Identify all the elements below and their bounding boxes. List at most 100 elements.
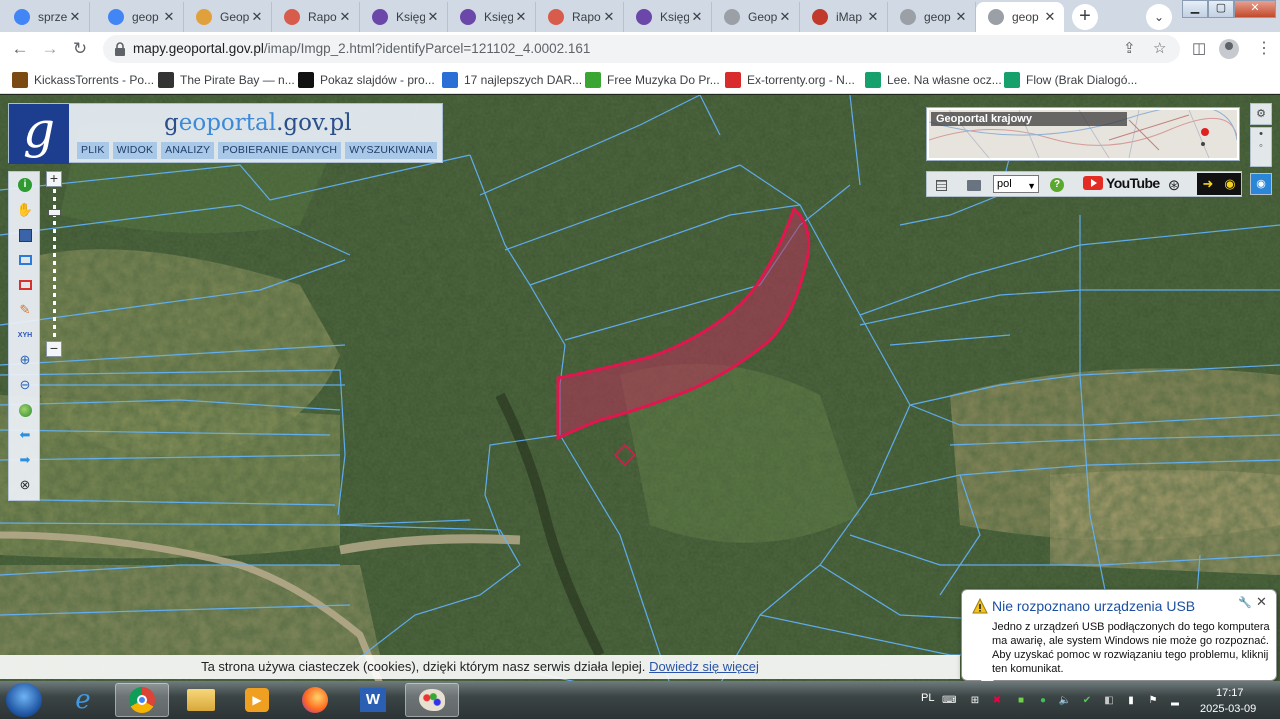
chrome-taskbar-icon[interactable] — [115, 683, 169, 717]
browser-tab[interactable]: Rapo ✕ — [536, 2, 624, 32]
bookmark-item[interactable]: Free Muzyka Do Pr... — [585, 71, 720, 89]
profile-avatar-icon[interactable] — [1219, 39, 1239, 59]
usb-error-icon[interactable]: ✖ — [990, 695, 1004, 707]
browser-tab[interactable]: geop ✕ — [976, 2, 1064, 32]
back-arrow-icon[interactable]: ← — [8, 37, 32, 61]
browser-tab[interactable]: geop ✕ — [96, 2, 184, 32]
browser-tab[interactable]: iMap ✕ — [800, 2, 888, 32]
xyh-coordinates-icon[interactable]: XYH — [16, 326, 34, 344]
new-tab-button[interactable]: + — [1072, 4, 1098, 30]
wms-icon[interactable] — [965, 176, 983, 194]
tab-close-icon[interactable]: ✕ — [865, 9, 881, 25]
tab-close-icon[interactable]: ✕ — [777, 9, 793, 25]
minimize-button[interactable]: ▁ — [1182, 0, 1208, 18]
bookmark-star-icon[interactable]: ☆ — [1153, 39, 1166, 57]
browser-tab[interactable]: sprze ✕ — [2, 2, 90, 32]
browser-tab[interactable]: Księg ✕ — [448, 2, 536, 32]
firefox-icon[interactable] — [288, 683, 342, 717]
visibility-eye-icon[interactable]: ◉ — [1250, 173, 1272, 195]
usb-message[interactable]: Jedno z urządzeń USB podłączonych do teg… — [992, 620, 1272, 676]
file-explorer-icon[interactable] — [174, 683, 228, 717]
previous-extent-arrow-icon[interactable]: ⬅ — [16, 426, 34, 444]
browser-tab[interactable]: Geop ✕ — [712, 2, 800, 32]
geoportal-logo[interactable]: g — [9, 104, 69, 164]
zoom-knob[interactable] — [48, 209, 61, 216]
tab-close-icon[interactable]: ✕ — [67, 9, 83, 25]
signal-icon[interactable]: ▂ — [1168, 695, 1182, 707]
accessibility-icon[interactable]: ⊛ — [1165, 176, 1183, 194]
bookmark-item[interactable]: Lee. Na własne ocz... — [865, 71, 1002, 89]
tab-close-icon[interactable]: ✕ — [953, 9, 969, 25]
contrast-toggle[interactable]: ➜ ◉ — [1197, 173, 1241, 195]
geoportal-menu-item[interactable]: WIDOK — [112, 142, 158, 159]
browser-tab[interactable]: geop ✕ — [888, 2, 976, 32]
shield-check-icon[interactable]: ✔ — [1080, 695, 1094, 707]
reload-icon[interactable]: ↻ — [68, 37, 92, 61]
tool-icon[interactable]: 🔧 — [1238, 596, 1252, 609]
browser-tab[interactable]: Rapo ✕ — [272, 2, 360, 32]
pan-hand-icon[interactable]: ✋ — [16, 201, 34, 219]
forward-arrow-icon[interactable]: → — [38, 37, 62, 61]
whatsapp-icon[interactable]: ● — [1036, 695, 1050, 707]
maximize-button[interactable]: ▢ — [1208, 0, 1234, 18]
bookmark-item[interactable]: 17 najlepszych DAR... — [442, 71, 582, 89]
volume-icon[interactable]: 🔈 — [1058, 695, 1072, 707]
globe-icon[interactable] — [16, 401, 34, 419]
next-extent-arrow-icon[interactable]: ➡ — [16, 451, 34, 469]
geoportal-menu-item[interactable]: ANALIZY — [161, 142, 215, 159]
geoportal-menu-item[interactable]: POBIERANIE DANYCH — [218, 142, 342, 159]
lock-icon[interactable] — [113, 41, 127, 57]
info-icon[interactable]: i — [16, 176, 34, 194]
clock-time[interactable]: 17:17 — [1216, 687, 1244, 699]
browser-tab[interactable]: Księg ✕ — [360, 2, 448, 32]
grid-icon[interactable] — [933, 176, 949, 194]
internet-explorer-icon[interactable]: e — [56, 683, 110, 717]
close-icon[interactable]: ✕ — [1256, 594, 1267, 610]
media-player-icon[interactable]: ▶ — [230, 683, 284, 717]
usb-notification[interactable]: Nie rozpoznano urządzenia USB Jedno z ur… — [961, 589, 1277, 684]
select-red-icon[interactable] — [16, 276, 34, 294]
tab-search-button[interactable]: ⌄ — [1146, 4, 1172, 30]
cookie-more-link[interactable]: Dowiedz się więcej — [649, 659, 759, 674]
help-icon[interactable]: ? — [1049, 176, 1065, 194]
pencil-icon[interactable]: ✎ — [16, 301, 34, 319]
tab-close-icon[interactable]: ✕ — [161, 9, 177, 25]
clock-date[interactable]: 2025-03-09 — [1200, 703, 1256, 715]
tab-close-icon[interactable]: ✕ — [513, 9, 529, 25]
input-language[interactable]: PL — [921, 692, 934, 704]
action-center-flag-icon[interactable]: ⚑ — [1146, 695, 1160, 707]
browser-tab[interactable]: Księg ✕ — [624, 2, 712, 32]
menu-kebab-icon[interactable]: ⋮ — [1256, 38, 1272, 58]
map-viewport[interactable]: g geoportal.gov.pl PLIK WIDOK ANALIZY POBIE… — [0, 95, 1280, 684]
tab-close-icon[interactable]: ✕ — [1042, 9, 1058, 25]
tab-close-icon[interactable]: ✕ — [425, 9, 441, 25]
window-close-button[interactable]: ✕ — [1234, 0, 1276, 18]
bookmark-item[interactable]: KickassTorrents - Po... — [12, 71, 154, 89]
start-button[interactable] — [6, 683, 42, 717]
language-select[interactable]: pol — [993, 175, 1039, 194]
word-icon[interactable]: W — [346, 683, 400, 717]
youtube-link[interactable]: YouTube — [1083, 175, 1160, 191]
tab-close-icon[interactable]: ✕ — [601, 9, 617, 25]
nvidia-icon[interactable]: ■ — [1014, 695, 1028, 707]
bookmark-item[interactable]: Ex-torrenty.org - N... — [725, 71, 855, 89]
zoom-minus-button[interactable]: − — [46, 341, 62, 357]
paint-icon[interactable] — [405, 683, 459, 717]
bookmark-item[interactable]: The Pirate Bay — n... — [158, 71, 295, 89]
sync-icon[interactable]: ◧ — [1102, 695, 1116, 707]
bookmark-item[interactable]: Pokaz slajdów - pro... — [298, 71, 435, 89]
zoom-out-icon[interactable]: ⊖ — [16, 376, 34, 394]
browser-tab[interactable]: Geop ✕ — [184, 2, 272, 32]
share-icon[interactable]: ⇪ — [1123, 39, 1136, 57]
zoom-slider[interactable]: + − — [43, 171, 65, 357]
overview-map-panel[interactable]: Geoportal krajowy — [926, 107, 1240, 161]
url-text[interactable]: mapy.geoportal.gov.pl/imap/Imgp_2.html?i… — [133, 41, 590, 56]
bookmark-item[interactable]: Flow (Brak Dialogó... — [1004, 71, 1137, 89]
clear-icon[interactable]: ⊗ — [16, 476, 34, 494]
address-bar[interactable]: mapy.geoportal.gov.pl/imap/Imgp_2.html?i… — [103, 35, 1180, 63]
geoportal-menu-item[interactable]: WYSZUKIWANIA — [345, 142, 438, 159]
tab-close-icon[interactable]: ✕ — [689, 9, 705, 25]
battery-icon[interactable]: ▮ — [1124, 695, 1138, 707]
settings-icon[interactable]: ⚙ — [1250, 103, 1272, 125]
tab-close-icon[interactable]: ✕ — [337, 9, 353, 25]
